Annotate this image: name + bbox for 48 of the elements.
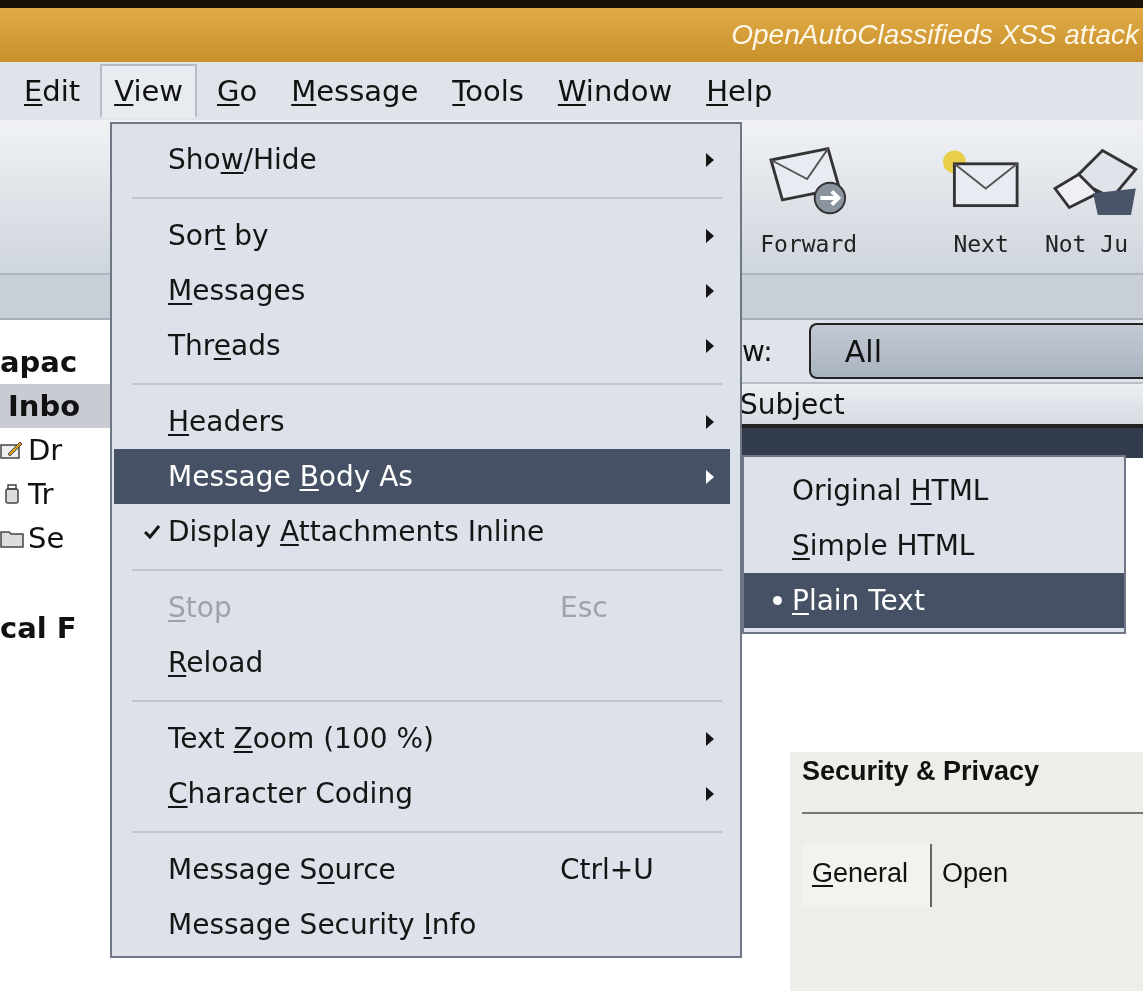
notepad-pencil-icon bbox=[0, 440, 24, 460]
folder-item[interactable]: cal F bbox=[0, 606, 110, 650]
menu-bar-item[interactable]: Help bbox=[692, 64, 787, 118]
menu-bar-item[interactable]: Go bbox=[203, 64, 272, 118]
folder-item[interactable]: Tr bbox=[0, 472, 110, 516]
view-dropdown[interactable]: All bbox=[808, 323, 1143, 379]
toolbar-button[interactable]: Next bbox=[917, 141, 1045, 273]
folder-icon bbox=[0, 528, 24, 548]
menu-item[interactable]: Show/Hide bbox=[114, 132, 730, 187]
folder-item[interactable]: Dr bbox=[0, 428, 110, 472]
menu-item[interactable]: Message Security Info bbox=[114, 897, 730, 952]
toolbar-button[interactable]: Forward bbox=[740, 141, 878, 273]
submenu-arrow-icon bbox=[706, 731, 714, 746]
tab[interactable]: Open bbox=[932, 844, 1031, 907]
window-title: OpenAutoClassifieds XSS attack bbox=[731, 19, 1139, 51]
menu-item[interactable]: Message Source Ctrl+U bbox=[114, 842, 730, 897]
filter-label: w: bbox=[742, 334, 773, 368]
submenu-arrow-icon bbox=[706, 228, 714, 243]
menu-item[interactable]: Original HTML bbox=[744, 463, 1124, 518]
submenu-arrow-icon bbox=[706, 414, 714, 429]
menu-item[interactable]: Message Body As bbox=[114, 449, 730, 504]
column-header[interactable]: Subject bbox=[740, 384, 845, 424]
submenu-arrow-icon bbox=[706, 338, 714, 353]
menu-item[interactable]: Messages bbox=[114, 263, 730, 318]
folder-item[interactable]: apac bbox=[0, 340, 110, 384]
submenu-arrow-icon bbox=[706, 786, 714, 801]
tab[interactable]: General bbox=[802, 844, 933, 907]
submenu-arrow-icon bbox=[706, 152, 714, 167]
submenu-arrow-icon bbox=[706, 283, 714, 298]
toolbar-button[interactable]: Not Ju bbox=[1044, 141, 1143, 273]
menu-item[interactable]: Display Attachments Inline bbox=[114, 504, 730, 559]
folder-item[interactable]: Se bbox=[0, 516, 110, 560]
menu-item[interactable]: Threads bbox=[114, 318, 730, 373]
submenu-arrow-icon bbox=[706, 469, 714, 484]
menu-bar-item[interactable]: View bbox=[100, 64, 197, 118]
menu-item[interactable]: Reload bbox=[114, 635, 730, 690]
menu-item[interactable]: Character Coding bbox=[114, 766, 730, 821]
menu-item[interactable]: Simple HTML bbox=[744, 518, 1124, 573]
folder-item[interactable]: Inbo bbox=[0, 384, 110, 428]
menu-item[interactable]: Sort by bbox=[114, 208, 730, 263]
menu-bar-item[interactable]: Edit bbox=[10, 64, 95, 118]
menu-item[interactable]: Text Zoom (100 %) bbox=[114, 711, 730, 766]
menu-item[interactable]: Plain Text bbox=[744, 573, 1124, 628]
menu-item[interactable]: Headers bbox=[114, 394, 730, 449]
dialog-title: Security & Privacy bbox=[802, 755, 1041, 788]
menu-bar-item[interactable]: Message bbox=[277, 64, 433, 118]
menu-bar-item[interactable]: Window bbox=[543, 64, 687, 118]
menu-bar-item[interactable]: Tools bbox=[438, 64, 538, 118]
